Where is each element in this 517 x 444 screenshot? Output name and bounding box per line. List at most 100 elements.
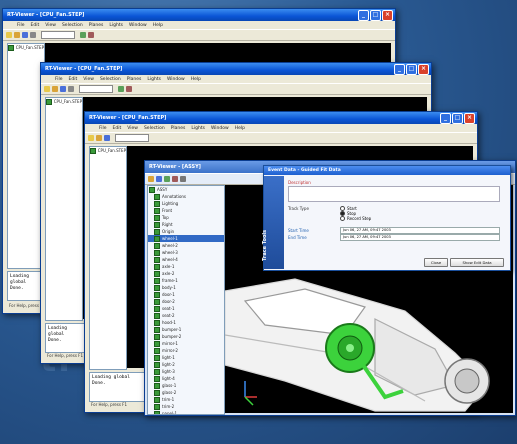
close-dialog-button[interactable]: Close <box>424 258 448 267</box>
tree-item[interactable]: Front <box>148 207 224 214</box>
tree-panel[interactable]: CPU_Fan.STEP <box>89 146 127 370</box>
maximize-button[interactable]: □ <box>452 113 463 124</box>
menu-view[interactable]: View <box>45 23 56 28</box>
menu-window[interactable]: Window <box>167 77 185 82</box>
menu-planes[interactable]: Planes <box>171 126 186 131</box>
zoom-icon[interactable] <box>88 32 94 38</box>
tree-item[interactable]: Annotations <box>148 193 224 200</box>
menu-lights[interactable]: Lights <box>191 126 205 131</box>
save-icon[interactable] <box>104 135 110 141</box>
menu-help[interactable]: Help <box>235 126 245 131</box>
title-bar[interactable]: RT-Viewer - [CPU_Fan.STEP] _ □ × <box>85 112 477 124</box>
tree-item[interactable]: wheel-2 <box>148 242 224 249</box>
save-icon[interactable] <box>156 176 162 182</box>
tree-item[interactable]: door-2 <box>148 298 224 305</box>
tree-item[interactable]: seat-1 <box>148 305 224 312</box>
tree-item[interactable]: bumper-1 <box>148 326 224 333</box>
tree-item[interactable]: Origin <box>148 228 224 235</box>
open-icon[interactable] <box>96 135 102 141</box>
start-time-field[interactable]: Jun 06, 27 AM, 09:47 2003 <box>340 227 500 234</box>
zoom-icon[interactable] <box>126 86 132 92</box>
close-button[interactable]: × <box>418 64 429 75</box>
minimize-button[interactable]: _ <box>440 113 451 124</box>
tree-item[interactable]: light-3 <box>148 368 224 375</box>
open-icon[interactable] <box>14 32 20 38</box>
menu-planes[interactable]: Planes <box>89 23 104 28</box>
menu-selection[interactable]: Selection <box>100 77 121 82</box>
tree-item[interactable]: trim-1 <box>148 396 224 403</box>
menu-lights[interactable]: Lights <box>147 77 161 82</box>
menu-edit[interactable]: Edit <box>113 126 122 131</box>
option-record-step[interactable]: Record Step <box>340 216 371 221</box>
tree-item[interactable]: ASSY <box>148 186 224 193</box>
tree-item[interactable]: panel-1 <box>148 410 224 414</box>
description-field[interactable] <box>288 186 500 202</box>
tree-item[interactable]: Lighting <box>148 200 224 207</box>
tree-item[interactable]: wheel-3 <box>148 249 224 256</box>
menu-view[interactable]: View <box>83 77 94 82</box>
print-icon[interactable] <box>68 86 74 92</box>
end-time-field[interactable]: Jun 06, 27 AM, 09:47 2003 <box>340 234 500 241</box>
rotate-icon[interactable] <box>80 32 86 38</box>
menu-edit[interactable]: Edit <box>31 23 40 28</box>
maximize-button[interactable]: □ <box>406 64 417 75</box>
tree-root[interactable]: CPU_Fan.STEP <box>8 44 44 51</box>
title-bar[interactable]: RT-Viewer - [CPU_Fan.STEP] _ □ × <box>41 63 431 75</box>
tree-item[interactable]: frame-1 <box>148 277 224 284</box>
dialog-title-bar[interactable]: Event Data - Guided Fit Data <box>264 166 510 175</box>
tree-item[interactable]: mirror-1 <box>148 340 224 347</box>
tree-root[interactable]: CPU_Fan.STEP <box>46 98 82 105</box>
menu-selection[interactable]: Selection <box>62 23 83 28</box>
print-icon[interactable] <box>30 32 36 38</box>
new-icon[interactable] <box>88 135 94 141</box>
menu-planes[interactable]: Planes <box>127 77 142 82</box>
tree-item[interactable]: seat-2 <box>148 312 224 319</box>
tree-item[interactable]: mirror-2 <box>148 347 224 354</box>
rotate-icon[interactable] <box>164 176 170 182</box>
tree-item[interactable]: Right <box>148 221 224 228</box>
menu-help[interactable]: Help <box>191 77 201 82</box>
feature-tree[interactable]: ASSY Annotations Lighting Front Top Right Orig… <box>147 185 225 415</box>
tree-item[interactable]: axle-2 <box>148 270 224 277</box>
new-icon[interactable] <box>44 86 50 92</box>
menu-file[interactable]: File <box>99 126 107 131</box>
tree-item[interactable]: light-1 <box>148 354 224 361</box>
menu-file[interactable]: File <box>55 77 63 82</box>
save-icon[interactable] <box>60 86 66 92</box>
viewer-window-front[interactable]: RT-Viewer - [ASSY] ASSY Annotations Lighti… <box>144 160 516 416</box>
minimize-button[interactable]: _ <box>394 64 405 75</box>
menu-lights[interactable]: Lights <box>109 23 123 28</box>
zoom-icon[interactable] <box>172 176 178 182</box>
menu-file[interactable]: File <box>17 23 25 28</box>
maximize-button[interactable]: □ <box>370 10 381 21</box>
close-button[interactable]: × <box>464 113 475 124</box>
tree-item[interactable]: body-1 <box>148 284 224 291</box>
menu-edit[interactable]: Edit <box>69 77 78 82</box>
tree-item[interactable]: wheel-1 <box>148 235 224 242</box>
tree-panel[interactable]: CPU_Fan.STEP <box>45 97 83 321</box>
pan-icon[interactable] <box>180 176 186 182</box>
save-icon[interactable] <box>22 32 28 38</box>
tree-item[interactable]: door-1 <box>148 291 224 298</box>
tree-item[interactable]: glass-1 <box>148 382 224 389</box>
view-select[interactable] <box>41 31 75 39</box>
show-edit-data-button[interactable]: Show Edit Data <box>450 258 504 267</box>
tree-item[interactable]: Top <box>148 214 224 221</box>
open-icon[interactable] <box>148 176 154 182</box>
menu-view[interactable]: View <box>127 126 138 131</box>
tree-item[interactable]: trim-2 <box>148 403 224 410</box>
view-select[interactable] <box>115 134 149 142</box>
menu-help[interactable]: Help <box>153 23 163 28</box>
event-data-dialog[interactable]: Event Data - Guided Fit Data Trace Tools… <box>262 165 511 271</box>
tree-item[interactable]: wheel-4 <box>148 256 224 263</box>
tree-item[interactable]: hood-1 <box>148 319 224 326</box>
view-select[interactable] <box>79 85 113 93</box>
tree-item[interactable]: axle-1 <box>148 263 224 270</box>
title-bar[interactable]: RT-Viewer - [CPU_Fan.STEP] _ □ × <box>3 9 395 21</box>
tree-item[interactable]: light-4 <box>148 375 224 382</box>
close-button[interactable]: × <box>382 10 393 21</box>
minimize-button[interactable]: _ <box>358 10 369 21</box>
open-icon[interactable] <box>52 86 58 92</box>
rotate-icon[interactable] <box>118 86 124 92</box>
new-icon[interactable] <box>6 32 12 38</box>
